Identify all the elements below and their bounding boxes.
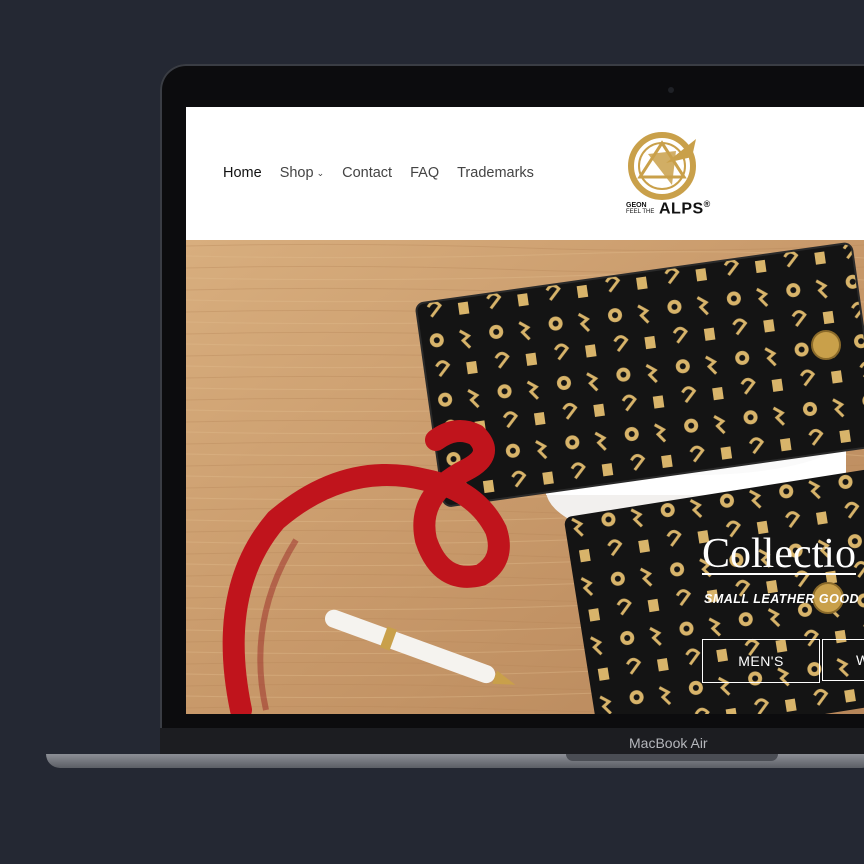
chevron-down-icon: ⌄: [316, 168, 325, 178]
laptop-model-label: MacBook Air: [629, 735, 708, 751]
nav-trademarks[interactable]: Trademarks: [457, 165, 534, 181]
logo-small-text: GEON FEEL THE: [626, 202, 654, 216]
laptop-notch: [566, 754, 778, 761]
nav-home[interactable]: Home: [223, 165, 262, 181]
laptop-screen: Home Shop ⌄ Contact FAQ Trademarks GEON F…: [186, 107, 864, 714]
womens-button[interactable]: W: [822, 639, 864, 681]
logo-line2: FEEL THE: [626, 209, 655, 215]
nav-shop[interactable]: Shop ⌄: [280, 165, 324, 181]
brand-wordmark: GEON FEEL THE ALPS®: [626, 199, 726, 222]
main-nav: Home Shop ⌄ Contact FAQ Trademarks: [223, 165, 534, 181]
logo-brand-text: ALPS: [659, 200, 704, 218]
hero-subtitle: SMALL LEATHER GOOD: [704, 592, 860, 606]
logo-line1: GEON: [626, 202, 647, 209]
hero-title: Collectio: [702, 531, 856, 577]
site-header: Home Shop ⌄ Contact FAQ Trademarks GEON F…: [186, 107, 864, 240]
camera-icon: [668, 87, 674, 93]
laptop-hinge: [160, 728, 864, 754]
logo-brand: ALPS®: [659, 199, 711, 218]
registered-mark: ®: [703, 199, 711, 209]
nav-shop-label: Shop: [279, 165, 314, 181]
hero-banner: Collectio SMALL LEATHER GOOD MEN'S W: [186, 240, 864, 714]
nav-faq[interactable]: FAQ: [410, 165, 439, 181]
nav-contact[interactable]: Contact: [342, 165, 392, 181]
mens-button[interactable]: MEN'S: [702, 639, 820, 683]
